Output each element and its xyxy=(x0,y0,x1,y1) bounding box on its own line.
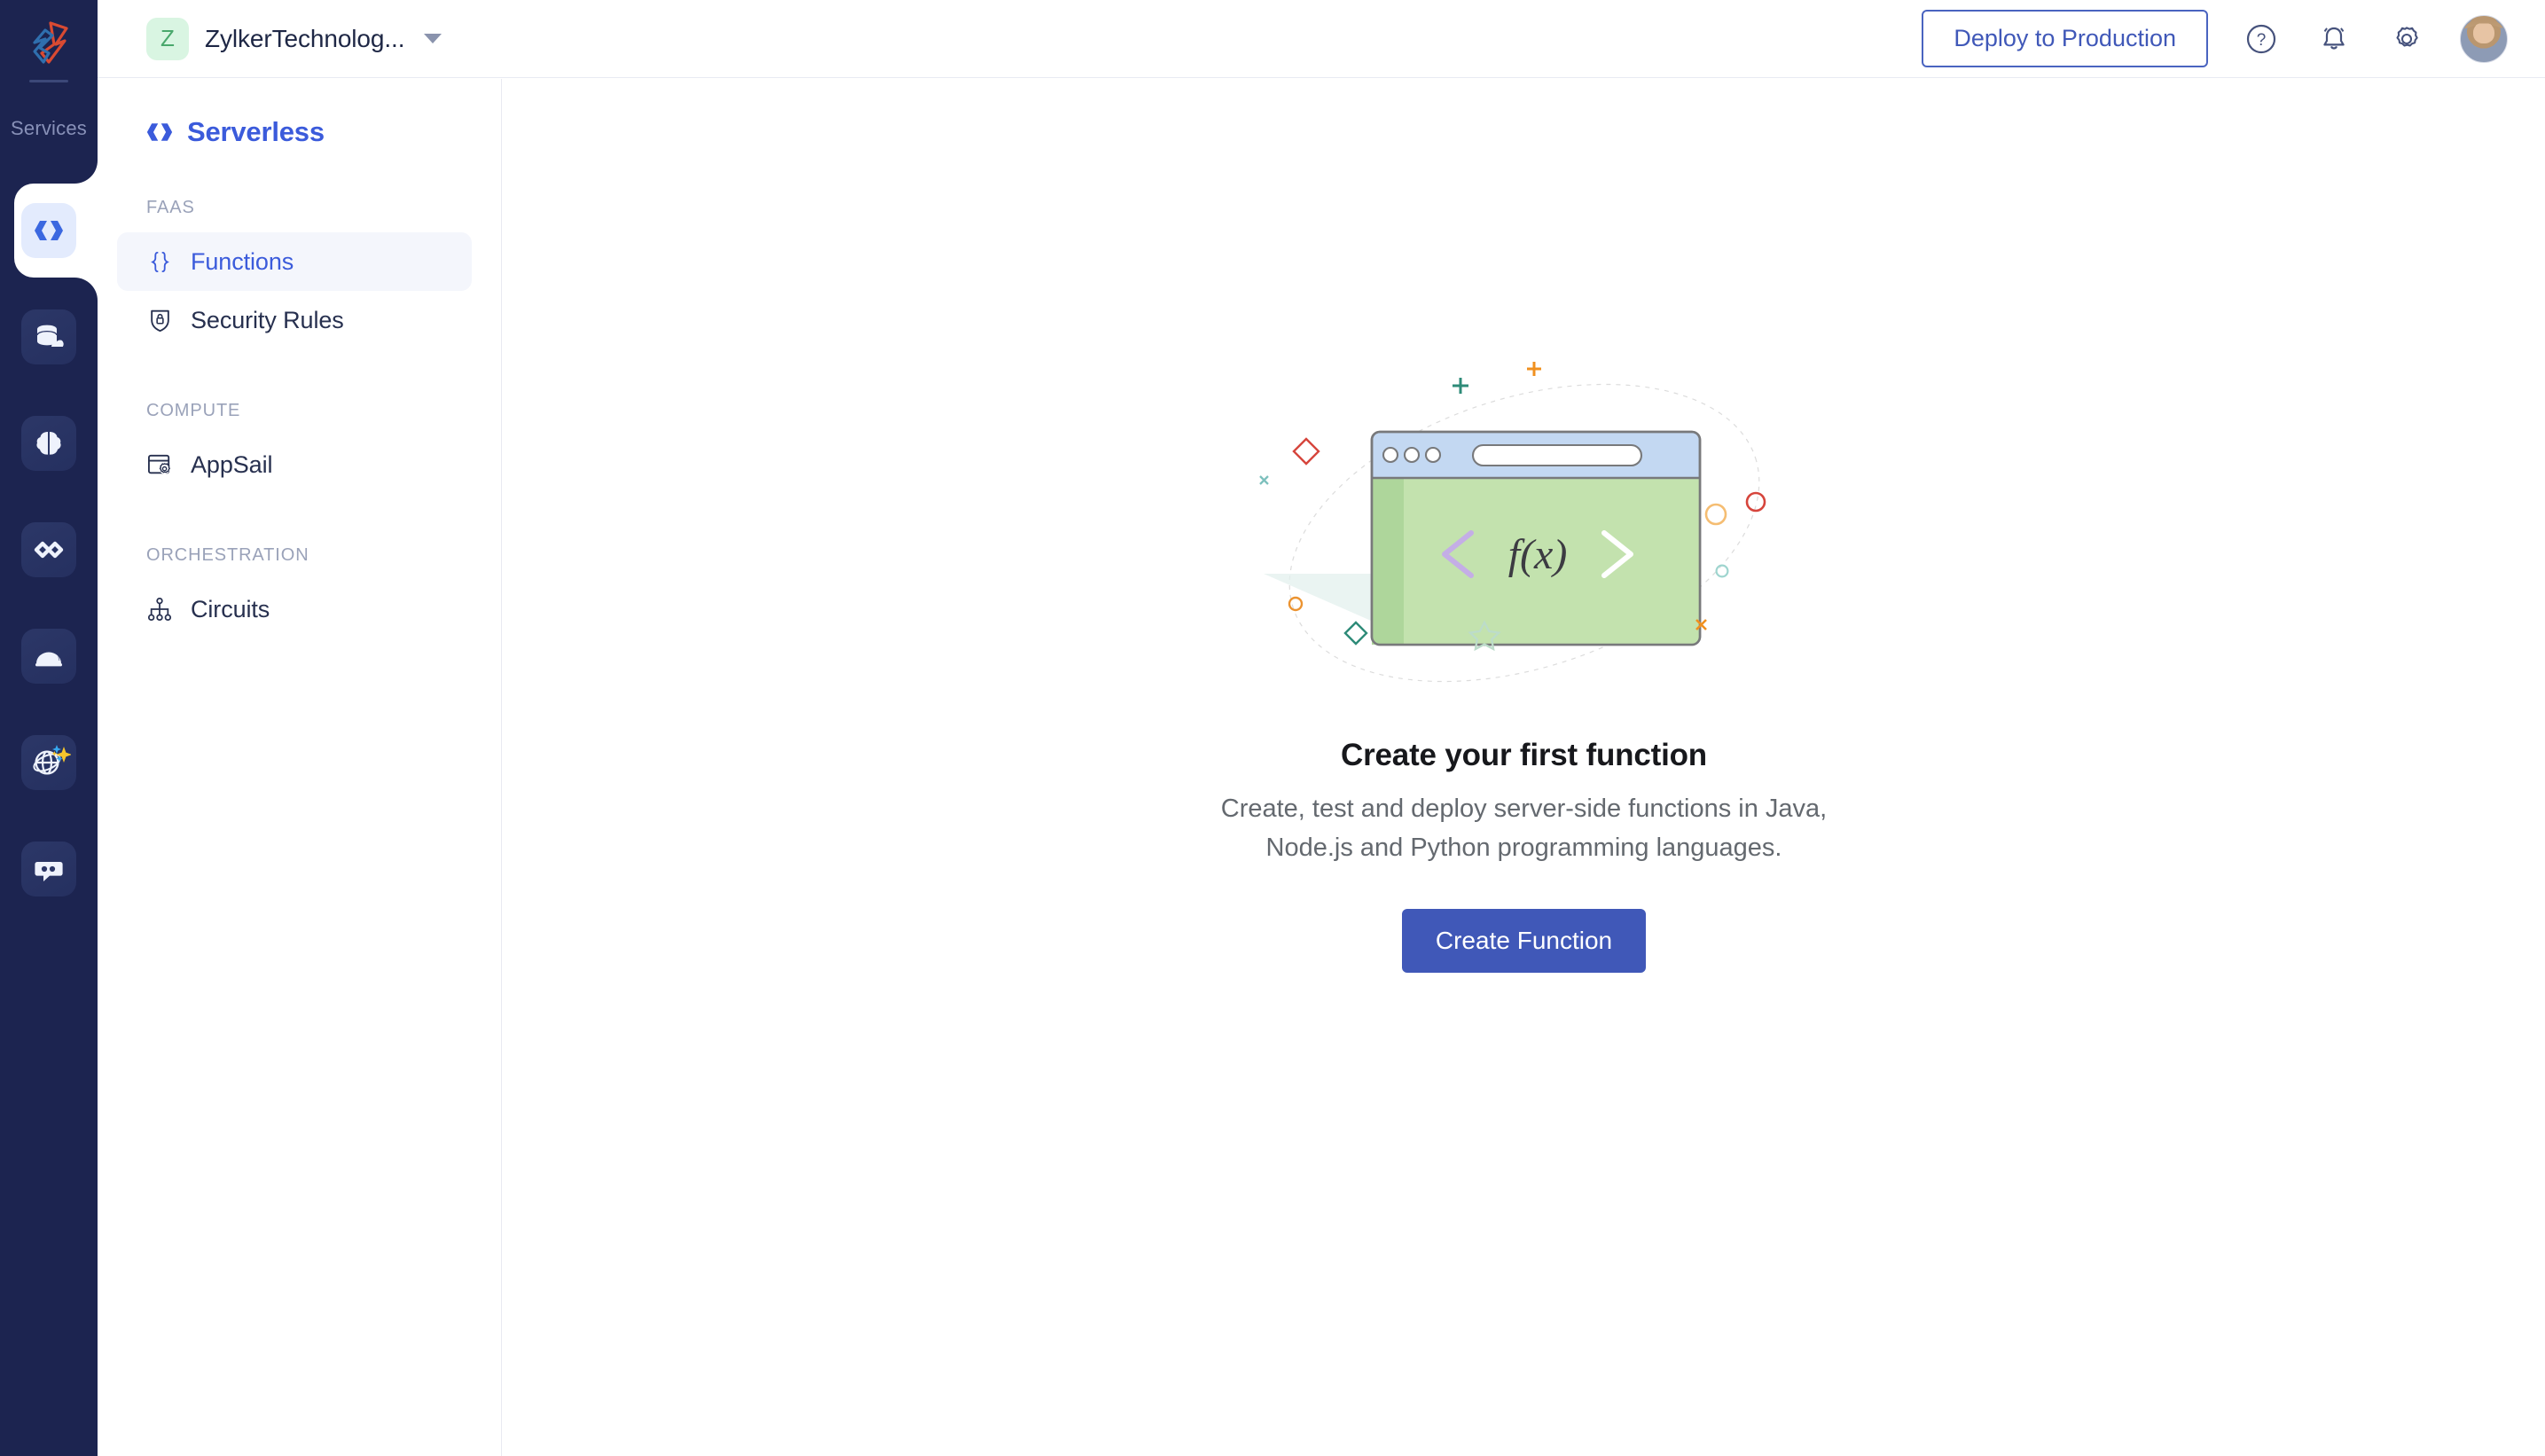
teal-x xyxy=(1258,475,1269,485)
rail-services-label: Services xyxy=(11,117,87,139)
subnav-title: Serverless xyxy=(187,116,325,147)
rail-button-integrations[interactable] xyxy=(21,522,76,577)
subnav-header: Serverless xyxy=(146,116,501,148)
notch-top xyxy=(14,157,98,184)
sidebar-item-functions[interactable]: Functions xyxy=(117,232,472,291)
service-rail: Services xyxy=(0,0,98,1456)
chevron-down-icon[interactable] xyxy=(424,34,442,43)
org-avatar: Z xyxy=(146,17,189,60)
create-function-button[interactable]: Create Function xyxy=(1401,909,1647,973)
svg-text:f(x): f(x) xyxy=(1507,531,1567,578)
help-button[interactable]: ? xyxy=(2242,20,2281,59)
chat-bubble-icon xyxy=(35,862,63,881)
nav-group-compute: COMPUTE AppSail xyxy=(98,401,501,494)
sidebar-item-label: Circuits xyxy=(191,595,270,622)
main-content: f(x) Create your first function Create, … xyxy=(503,79,2545,1456)
mint-circle xyxy=(1714,564,1728,578)
rail-item-integrations[interactable] xyxy=(0,497,98,603)
secondary-sidebar: Serverless FAAS Functions Security Rules… xyxy=(98,79,502,1456)
sidebar-item-security-rules[interactable]: Security Rules xyxy=(117,291,472,349)
rail-item-intelligence[interactable] xyxy=(0,390,98,497)
rail-item-data-store[interactable] xyxy=(0,284,98,390)
bell-icon xyxy=(2323,27,2345,50)
rail-button-ai-studio[interactable] xyxy=(21,735,76,790)
green-diamond xyxy=(1343,621,1368,646)
page-title: Create your first function xyxy=(1341,738,1707,772)
app-root: Services Z ZylkerTechnolog... Deploy to … xyxy=(0,0,2545,1456)
sidebar-item-label: AppSail xyxy=(191,450,273,478)
catalyst-logo-icon xyxy=(33,21,68,64)
rail-button-messaging[interactable] xyxy=(21,842,76,896)
rail-item-devops[interactable] xyxy=(0,603,98,709)
hierarchy-nodes-icon xyxy=(146,596,173,622)
rail-item-list xyxy=(0,157,98,922)
rail-divider xyxy=(29,80,68,82)
rail-button-data-store[interactable] xyxy=(21,309,76,364)
red-circle xyxy=(1745,491,1766,513)
dome-icon xyxy=(35,652,62,667)
org-name: ZylkerTechnolog... xyxy=(205,24,405,52)
question-circle-icon: ? xyxy=(2246,24,2276,53)
sidebar-item-appsail[interactable]: AppSail xyxy=(117,435,472,494)
empty-state: f(x) Create your first function Create, … xyxy=(503,79,2545,973)
curly-braces-icon xyxy=(146,248,173,275)
user-avatar[interactable] xyxy=(2460,14,2508,63)
rail-button-intelligence[interactable] xyxy=(21,416,76,471)
sidebar-item-circuits[interactable]: Circuits xyxy=(117,580,472,638)
sidebar-item-label: Security Rules xyxy=(191,306,344,333)
sidebar-item-label: Functions xyxy=(191,247,294,275)
rail-button-devops[interactable] xyxy=(21,629,76,684)
nav-group-orchestration: ORCHESTRATION Circuits xyxy=(98,545,501,638)
rail-item-messaging[interactable] xyxy=(0,816,98,922)
shield-lock-icon xyxy=(146,307,173,333)
rail-item-ai-studio[interactable] xyxy=(0,709,98,816)
infinity-link-icon xyxy=(34,541,64,559)
rail-button-serverless[interactable] xyxy=(21,203,76,258)
brand-logo[interactable] xyxy=(0,9,98,76)
teal-plus xyxy=(1452,378,1468,394)
code-brackets-icon xyxy=(35,221,63,240)
orange-circle-small xyxy=(1288,596,1303,612)
nav-group-label-compute: COMPUTE xyxy=(146,401,241,420)
database-cloud-icon xyxy=(36,325,64,347)
nav-group-faas: FAAS Functions Security Rules xyxy=(98,198,501,349)
code-brackets-icon xyxy=(146,123,173,141)
window-gear-icon xyxy=(146,451,173,478)
globe-sparkle-icon xyxy=(33,744,71,775)
red-diamond xyxy=(1291,437,1320,466)
nav-group-label-faas: FAAS xyxy=(146,198,195,217)
rail-item-serverless[interactable] xyxy=(0,157,98,304)
browser-window-fx-illustration: f(x) xyxy=(1232,345,1817,722)
header-actions: Deploy to Production ? xyxy=(1922,10,2508,67)
svg-text:?: ? xyxy=(2257,31,2267,50)
browser-window: f(x) xyxy=(1370,430,1701,646)
page-description: Create, test and deploy server-side func… xyxy=(1220,795,1828,862)
orange-plus xyxy=(1526,362,1541,376)
org-switcher[interactable]: Z ZylkerTechnolog... xyxy=(146,17,442,60)
gear-icon xyxy=(2396,26,2418,47)
amber-circle xyxy=(1704,503,1727,526)
settings-button[interactable] xyxy=(2387,20,2426,59)
top-header: Z ZylkerTechnolog... Deploy to Productio… xyxy=(98,0,2545,78)
deploy-to-production-button[interactable]: Deploy to Production xyxy=(1922,10,2208,67)
brain-icon xyxy=(36,431,61,456)
nav-group-label-orchestration: ORCHESTRATION xyxy=(146,545,309,565)
notifications-button[interactable] xyxy=(2314,20,2353,59)
